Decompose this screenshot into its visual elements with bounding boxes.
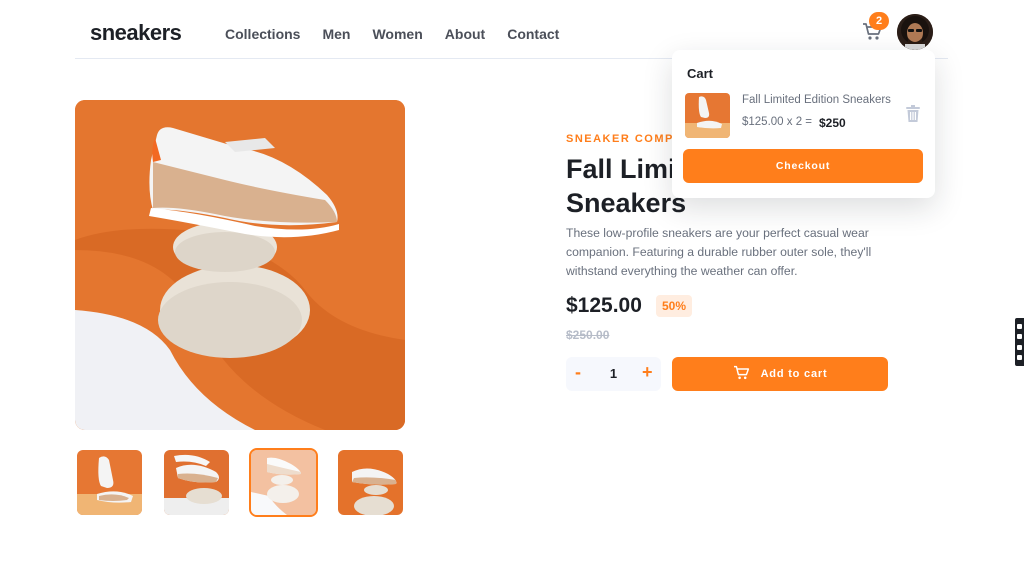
add-to-cart-button[interactable]: Add to cart bbox=[672, 357, 888, 391]
cart-item-name: Fall Limited Edition Sneakers bbox=[742, 94, 891, 106]
delete-icon[interactable] bbox=[906, 105, 920, 122]
cart-item-calculation: $125.00 x 2 = bbox=[742, 116, 813, 128]
logo[interactable]: sneakers bbox=[90, 20, 182, 46]
thumbnail-4[interactable] bbox=[336, 448, 405, 517]
cart-item-total: $250 bbox=[819, 116, 846, 130]
current-price: $125.00 bbox=[566, 294, 642, 317]
nav-men[interactable]: Men bbox=[322, 26, 350, 42]
toolbar-icon bbox=[1017, 344, 1022, 350]
cart-icon bbox=[733, 365, 751, 384]
nav-women[interactable]: Women bbox=[372, 26, 422, 42]
increase-quantity-button[interactable]: + bbox=[642, 362, 653, 383]
cart-count-badge: 2 bbox=[869, 12, 889, 30]
product-description: These low-profile sneakers are your perf… bbox=[566, 226, 872, 278]
add-to-cart-label: Add to cart bbox=[760, 368, 828, 380]
original-price: $250.00 bbox=[566, 328, 610, 342]
product-main-image[interactable] bbox=[75, 100, 405, 430]
gear-icon bbox=[1017, 355, 1022, 361]
cart-dropdown: Cart Fall Limited Edition Sneakers $125.… bbox=[672, 50, 935, 198]
main-nav: Collections Men Women About Contact bbox=[225, 26, 559, 42]
nav-collections[interactable]: Collections bbox=[225, 26, 300, 42]
checkout-button[interactable]: Checkout bbox=[683, 149, 923, 183]
nav-about[interactable]: About bbox=[445, 26, 485, 42]
toolbar-icon bbox=[1017, 323, 1022, 329]
thumbnail-strip bbox=[75, 448, 405, 517]
user-avatar[interactable] bbox=[897, 14, 933, 50]
side-toolbar[interactable] bbox=[1015, 318, 1024, 366]
thumbnail-1[interactable] bbox=[75, 448, 144, 517]
cart-item-thumbnail bbox=[685, 93, 730, 138]
thumbnail-2[interactable] bbox=[162, 448, 231, 517]
discount-badge: 50% bbox=[656, 295, 692, 317]
nav-contact[interactable]: Contact bbox=[507, 26, 559, 42]
cart-title: Cart bbox=[687, 66, 714, 81]
quantity-stepper: - 1 + bbox=[566, 357, 661, 391]
thumbnail-3[interactable] bbox=[249, 448, 318, 517]
toolbar-icon bbox=[1017, 334, 1022, 340]
